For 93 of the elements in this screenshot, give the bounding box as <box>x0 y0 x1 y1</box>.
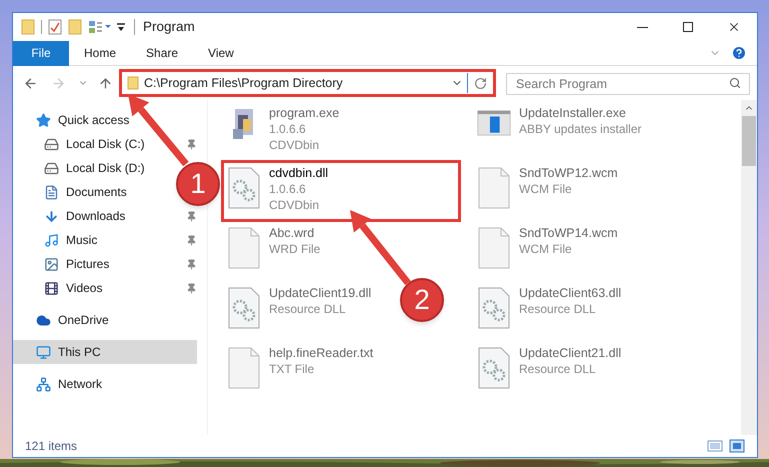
music-note-icon <box>44 232 59 248</box>
item-count: 121 items <box>25 438 78 455</box>
file-item[interactable]: cdvdbin.dll 1.0.6.6 CDVDbin <box>223 162 459 220</box>
file-name: cdvdbin.dll <box>269 165 328 181</box>
file-item[interactable]: Abc.wrd WRD File <box>223 222 328 280</box>
file-name: Abc.wrd <box>269 225 316 241</box>
properties-icon <box>48 19 62 35</box>
scrollbar-thumb[interactable] <box>742 116 756 166</box>
search-field[interactable]: Search Program <box>506 73 750 95</box>
sidebar-item[interactable]: Downloads <box>13 204 134 228</box>
blank-file-icon <box>228 227 260 269</box>
file-item[interactable]: UpdateClient19.dll Resource DLL <box>223 282 380 340</box>
file-item[interactable]: UpdateClient21.dll Resource DLL <box>473 342 630 400</box>
scrollbar[interactable] <box>741 100 757 435</box>
help-icon[interactable] <box>731 45 747 61</box>
large-icons-view-icon[interactable] <box>729 439 745 453</box>
file-name: UpdateClient21.dll <box>519 345 622 361</box>
settings-file-icon <box>478 287 510 329</box>
new-folder-icon <box>68 19 82 35</box>
view-options-icon <box>88 20 112 34</box>
file-detail: Resource DLL <box>519 361 597 377</box>
file-detail: CDVDbin <box>269 137 320 153</box>
file-detail: Resource DLL <box>269 301 347 317</box>
sidebar-item[interactable]: Pictures <box>13 252 118 276</box>
file-detail: WRD File <box>269 241 320 257</box>
folder-icon <box>21 19 35 35</box>
file-name: program.exe <box>269 105 340 121</box>
blank-file-icon <box>228 347 260 389</box>
download-icon <box>44 208 59 224</box>
pin-icon[interactable] <box>186 138 197 150</box>
file-detail: TXT File <box>269 361 316 377</box>
monitor-icon <box>36 344 51 360</box>
pin-icon[interactable] <box>186 282 197 294</box>
settings-file-icon <box>228 287 260 329</box>
star-icon <box>36 112 51 128</box>
sidebar-item[interactable]: Music <box>13 228 106 252</box>
file-detail: Resource DLL <box>519 301 597 317</box>
file-name: help.fineReader.txt <box>269 345 374 361</box>
sidebar-item[interactable]: OneDrive <box>13 308 117 332</box>
document-icon <box>44 184 59 200</box>
pin-icon[interactable] <box>186 210 197 222</box>
film-icon <box>44 280 59 296</box>
blank-file-icon <box>478 167 510 209</box>
search-icon <box>729 77 741 89</box>
file-name: SndToWP14.wcm <box>519 225 618 241</box>
refresh-icon[interactable] <box>474 76 487 90</box>
file-detail: 1.0.6.6 <box>269 181 307 197</box>
sidebar-item[interactable]: Documents <box>13 180 135 204</box>
file-name: UpdateInstaller.exe <box>519 105 628 121</box>
sidebar-item[interactable]: Network <box>13 372 110 396</box>
file-detail: 1.0.6.6 <box>269 121 307 137</box>
settings-file-icon <box>478 347 510 389</box>
details-view-icon[interactable] <box>707 439 723 453</box>
customize-toolbar-icon <box>116 22 126 32</box>
ribbon-tab[interactable]: File <box>13 40 69 66</box>
file-item[interactable]: SndToWP12.wcm WCM File <box>473 162 626 220</box>
sidebar-item[interactable]: Quick access <box>13 108 138 132</box>
sidebar-item[interactable]: Videos <box>13 276 110 300</box>
ribbon-tab[interactable]: View <box>193 40 249 66</box>
sidebar-item[interactable]: This PC <box>13 340 197 364</box>
pin-icon[interactable] <box>186 234 197 246</box>
window-title: Program <box>143 18 195 36</box>
file-item[interactable]: SndToWP14.wcm WCM File <box>473 222 626 280</box>
file-item[interactable]: program.exe 1.0.6.6 CDVDbin <box>223 102 348 160</box>
back-icon[interactable] <box>23 76 38 90</box>
drive-icon <box>44 160 59 176</box>
sidebar-item[interactable]: Local Disk (D:) <box>13 156 153 180</box>
file-item[interactable]: help.fineReader.txt TXT File <box>223 342 382 400</box>
sidebar-item[interactable]: Local Disk (C:) <box>13 132 153 156</box>
file-detail: WCM File <box>519 181 573 197</box>
file-detail: WCM File <box>519 241 573 257</box>
ribbon-tab[interactable]: Home <box>69 40 132 66</box>
file-name: UpdateClient19.dll <box>269 285 372 301</box>
file-name: SndToWP12.wcm <box>519 165 618 181</box>
ribbon-tab[interactable]: Share <box>131 40 194 66</box>
address-field[interactable]: C:\Program Files\Program Directory <box>119 69 496 97</box>
maximize-icon <box>683 22 693 32</box>
network-icon <box>36 376 51 392</box>
file-item[interactable]: UpdateClient63.dll Resource DLL <box>473 282 630 340</box>
file-detail: ABBY updates installer <box>519 121 642 137</box>
minimize-icon <box>636 26 648 28</box>
file-detail: CDVDbin <box>269 197 320 213</box>
cloud-icon <box>36 312 51 328</box>
drive-icon <box>44 136 59 152</box>
up-icon[interactable] <box>98 76 113 90</box>
file-item[interactable]: UpdateInstaller.exe ABBY updates installer <box>473 102 650 160</box>
picture-icon <box>44 256 59 272</box>
file-name: UpdateClient63.dll <box>519 285 622 301</box>
settings-file-icon <box>228 167 260 209</box>
folder-icon <box>127 76 139 90</box>
blank-file-icon <box>478 227 510 269</box>
pin-icon[interactable] <box>186 258 197 270</box>
address-path: C:\Program Files\Program Directory <box>144 74 343 92</box>
